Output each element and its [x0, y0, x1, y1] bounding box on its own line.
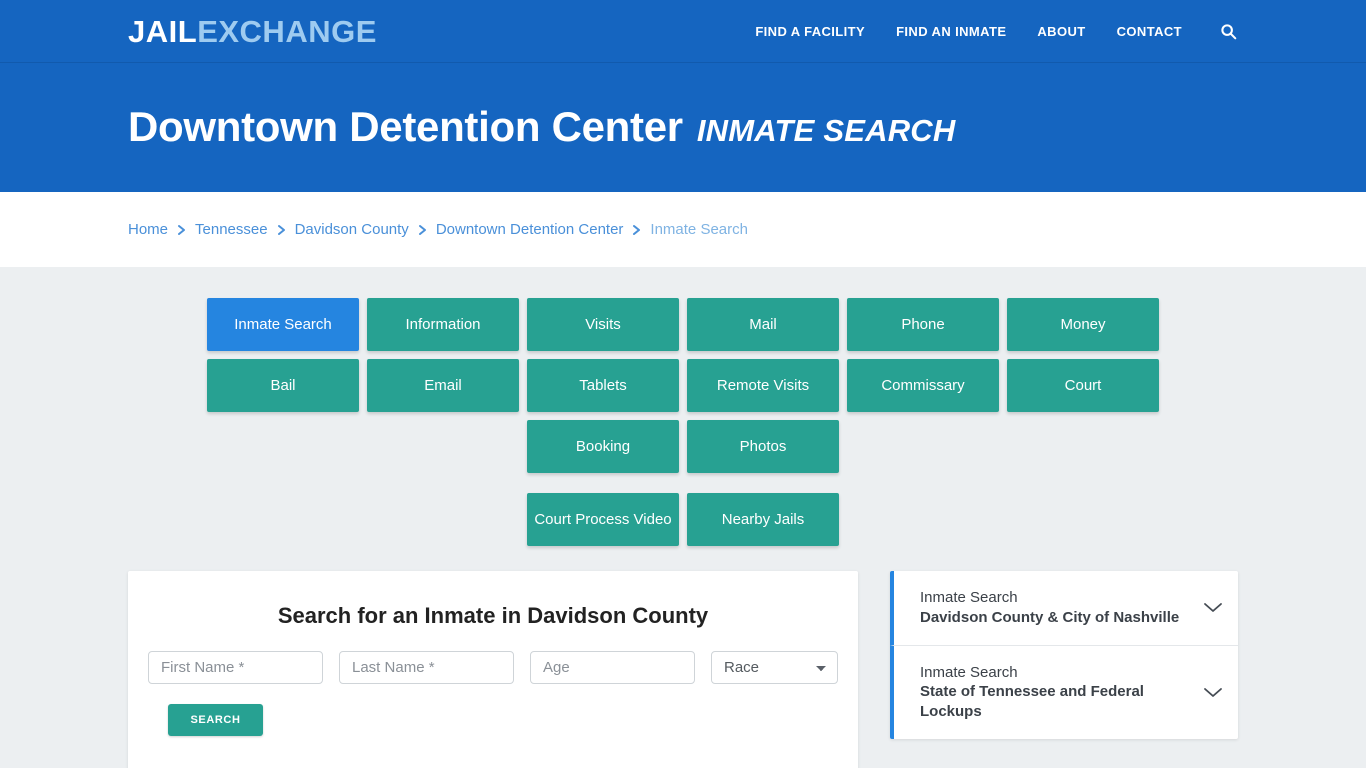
chevron-right-icon [418, 224, 427, 236]
chevron-right-icon [632, 224, 641, 236]
tab-tablets[interactable]: Tablets [527, 359, 679, 412]
first-name-input[interactable] [148, 651, 323, 684]
logo-text-exchange: EXCHANGE [197, 13, 377, 49]
tab-information[interactable]: Information [367, 298, 519, 351]
sidebar-item-inmate-search-tennessee[interactable]: Inmate Search State of Tennessee and Fed… [890, 645, 1238, 739]
tab-mail[interactable]: Mail [687, 298, 839, 351]
tab-phone[interactable]: Phone [847, 298, 999, 351]
nav-item-find-a-facility[interactable]: FIND A FACILITY [755, 24, 865, 39]
page-content: Inmate Search Information Visits Mail Ph… [0, 267, 1366, 768]
search-icon[interactable] [1218, 21, 1238, 41]
sidebar-item-inmate-search-davidson[interactable]: Inmate Search Davidson County & City of … [890, 571, 1238, 646]
facility-tabs-row-3: Court Process Video Nearby Jails [128, 493, 1238, 546]
search-card-title: Search for an Inmate in Davidson County [277, 603, 709, 628]
chevron-right-icon [177, 224, 186, 236]
page-hero: Downtown Detention Center INMATE SEARCH [0, 63, 1366, 192]
tab-bail[interactable]: Bail [207, 359, 359, 412]
tab-commissary[interactable]: Commissary [847, 359, 999, 412]
tab-inmate-search[interactable]: Inmate Search [207, 298, 359, 351]
tab-court[interactable]: Court [1007, 359, 1159, 412]
sidebar: Inmate Search Davidson County & City of … [890, 571, 1238, 739]
breadcrumb-item-inmate-search: Inmate Search [650, 221, 748, 238]
race-select[interactable]: Race [711, 651, 838, 684]
logo-text-jail: JAIL [128, 13, 198, 49]
nav-item-contact[interactable]: CONTACT [1117, 24, 1182, 39]
tab-court-process-video[interactable]: Court Process Video [527, 493, 679, 546]
accordion-1-line1: Inmate Search [920, 663, 1018, 681]
accordion-0-line1: Inmate Search [920, 589, 1018, 606]
nav-item-about[interactable]: ABOUT [1037, 24, 1085, 39]
search-button[interactable]: SEARCH [168, 704, 263, 736]
age-input[interactable] [530, 651, 695, 684]
breadcrumb-item-downtown-detention-center[interactable]: Downtown Detention Center [436, 221, 624, 238]
breadcrumb-item-davidson-county[interactable]: Davidson County [295, 221, 409, 238]
main-column: Search for an Inmate in Davidson County … [128, 571, 858, 768]
chevron-down-icon[interactable] [1202, 681, 1224, 703]
breadcrumb-bar: Home Tennessee Davidson County Downtown … [0, 192, 1366, 267]
tab-money[interactable]: Money [1007, 298, 1159, 351]
breadcrumb: Home Tennessee Davidson County Downtown … [128, 221, 748, 238]
site-header: JAILEXCHANGE FIND A FACILITY FIND AN INM… [0, 0, 1366, 63]
tab-photos[interactable]: Photos [687, 420, 839, 473]
tab-nearby-jails[interactable]: Nearby Jails [687, 493, 839, 546]
tab-remote-visits[interactable]: Remote Visits [687, 359, 839, 412]
inmate-search-card: Search for an Inmate in Davidson County … [128, 571, 858, 768]
breadcrumb-item-tennessee[interactable]: Tennessee [195, 221, 268, 238]
main-navigation: FIND A FACILITY FIND AN INMATE ABOUT CON… [755, 21, 1238, 41]
tab-booking[interactable]: Booking [527, 420, 679, 473]
chevron-down-icon[interactable] [1202, 597, 1224, 619]
chevron-right-icon [277, 224, 286, 236]
search-form: Race [148, 651, 838, 684]
accordion-1-line2: State of Tennessee and Federal Lockups [920, 683, 1144, 721]
sidebar-accordion-list: Inmate Search Davidson County & City of … [890, 571, 1238, 739]
page-title: Downtown Detention Center [128, 103, 683, 151]
facility-tabs: Inmate Search Information Visits Mail Ph… [128, 298, 1238, 473]
tab-visits[interactable]: Visits [527, 298, 679, 351]
site-logo[interactable]: JAILEXCHANGE [128, 16, 377, 47]
accordion-0-line2: Davidson County & City of Nashville [920, 608, 1180, 626]
breadcrumb-item-home[interactable]: Home [128, 221, 168, 238]
nav-item-find-an-inmate[interactable]: FIND AN INMATE [896, 24, 1006, 39]
last-name-input[interactable] [339, 651, 514, 684]
tab-email[interactable]: Email [367, 359, 519, 412]
page-subtitle: INMATE SEARCH [696, 113, 956, 149]
